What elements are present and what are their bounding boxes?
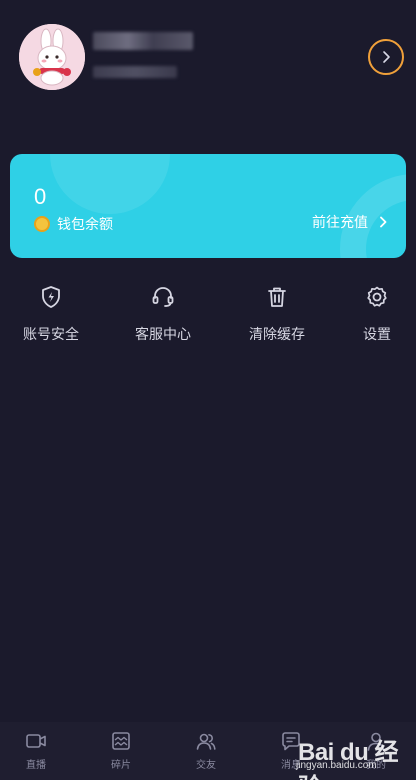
bottom-tab-bar: 直播 碎片 交友 消息 我的 xyxy=(0,722,416,780)
wallet-card[interactable]: 0 钱包余额 前往充值 xyxy=(10,154,406,258)
trash-icon xyxy=(268,287,286,307)
username-blurred xyxy=(93,32,193,50)
tab-label: 碎片 xyxy=(111,760,131,771)
chevron-right-icon xyxy=(380,216,387,228)
menu-item-customer-service[interactable]: 客服中心 xyxy=(115,284,211,354)
user-icon xyxy=(367,732,385,751)
menu-item-label: 设置 xyxy=(363,327,391,343)
recharge-button[interactable]: 前往充值 xyxy=(312,212,388,232)
recharge-label: 前往充值 xyxy=(312,215,368,231)
tab-live[interactable]: 直播 xyxy=(6,730,66,774)
tab-label: 交友 xyxy=(196,760,216,771)
menu-item-account-security[interactable]: 账号安全 xyxy=(3,284,99,354)
user-id-blurred xyxy=(93,66,177,78)
wallet-balance-label: 钱包余额 xyxy=(57,217,113,233)
gear-icon xyxy=(367,286,387,307)
rabbit-avatar-image xyxy=(19,24,85,90)
profile-header xyxy=(0,0,416,130)
message-icon xyxy=(282,732,300,751)
fragment-icon xyxy=(112,732,130,750)
tab-me[interactable]: 我的 xyxy=(346,730,406,774)
menu-item-label: 清除缓存 xyxy=(249,327,305,343)
friends-icon xyxy=(196,733,216,750)
menu-item-label: 账号安全 xyxy=(23,327,79,343)
avatar[interactable] xyxy=(19,24,85,90)
tab-label: 直播 xyxy=(26,760,46,771)
tab-friends[interactable]: 交友 xyxy=(176,730,236,774)
video-camera-icon xyxy=(26,734,46,748)
wallet-balance-label-row: 钱包余额 xyxy=(34,214,113,234)
tab-fragments[interactable]: 碎片 xyxy=(91,730,151,774)
tab-label: 消息 xyxy=(281,760,301,771)
menu-item-label: 客服中心 xyxy=(135,327,191,343)
coin-icon xyxy=(34,216,50,232)
wallet-decoration xyxy=(50,154,170,214)
tab-label: 我的 xyxy=(366,760,386,771)
menu-item-clear-cache[interactable]: 清除缓存 xyxy=(229,284,325,354)
profile-detail-button[interactable] xyxy=(368,39,404,75)
wallet-balance-amount: 0 xyxy=(34,184,47,209)
shield-bolt-icon xyxy=(42,286,60,308)
tab-messages[interactable]: 消息 xyxy=(261,730,321,774)
menu-item-settings[interactable]: 设置 xyxy=(329,284,416,354)
quick-menu: 账号安全 客服中心 清除缓存 设置 xyxy=(0,284,416,354)
headset-icon xyxy=(152,287,174,307)
chevron-right-icon xyxy=(383,51,390,63)
